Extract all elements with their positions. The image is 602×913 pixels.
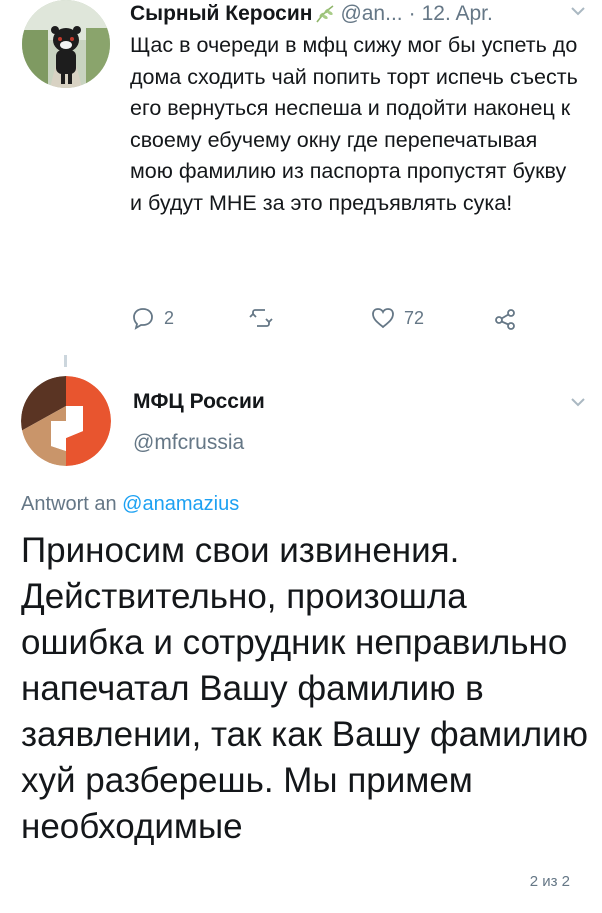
reply-icon xyxy=(133,308,153,330)
tweet-reply: МФЦ России @mfcrussia Antwort an @anamaz… xyxy=(0,368,602,913)
author-handle[interactable]: @an... xyxy=(340,2,402,26)
heart-icon xyxy=(372,308,394,329)
chevron-down-icon[interactable] xyxy=(570,5,586,17)
reply-button[interactable]: 2 xyxy=(130,305,174,331)
tweet-original: Сырный Керосин @an... · 12. Apr. Щас в о… xyxy=(0,0,602,355)
mfc-logo[interactable] xyxy=(21,376,111,466)
author-handle[interactable]: @mfcrussia xyxy=(133,431,244,455)
leaf-emoji-icon xyxy=(314,3,336,25)
avatar[interactable] xyxy=(22,0,110,88)
mfc-logo-image xyxy=(21,376,111,466)
tweet-text: Щас в очереди в мфц сижу мог бы успеть д… xyxy=(130,33,578,215)
author-name[interactable]: Сырный Керосин xyxy=(130,2,312,26)
retweet-button[interactable] xyxy=(248,305,282,331)
reply-count: 2 xyxy=(164,307,175,328)
reply-mention-link[interactable]: @anamazius xyxy=(122,493,239,515)
tweet-date[interactable]: 12. Apr. xyxy=(422,2,493,26)
tweet-text: Приносим свои извинения. Действительно, … xyxy=(21,531,588,846)
reply-prefix: Antwort an xyxy=(21,493,123,515)
tweet-actions: 2 72 xyxy=(130,305,550,335)
tweet-header: Сырный Керосин @an... · 12. Apr. xyxy=(130,1,592,27)
page-indicator: 2 из 2 xyxy=(529,873,570,890)
avatar-photo xyxy=(22,0,110,88)
retweet-icon xyxy=(249,309,273,327)
chevron-down-icon[interactable] xyxy=(570,396,586,408)
like-button[interactable]: 72 xyxy=(370,305,424,331)
separator-dot: · xyxy=(408,2,416,25)
reply-context: Antwort an @anamazius xyxy=(21,493,239,516)
author-name[interactable]: МФЦ России xyxy=(133,390,265,414)
share-icon xyxy=(495,309,515,330)
share-button[interactable] xyxy=(492,305,518,331)
like-count: 72 xyxy=(404,307,425,328)
thread-connector xyxy=(64,355,67,367)
